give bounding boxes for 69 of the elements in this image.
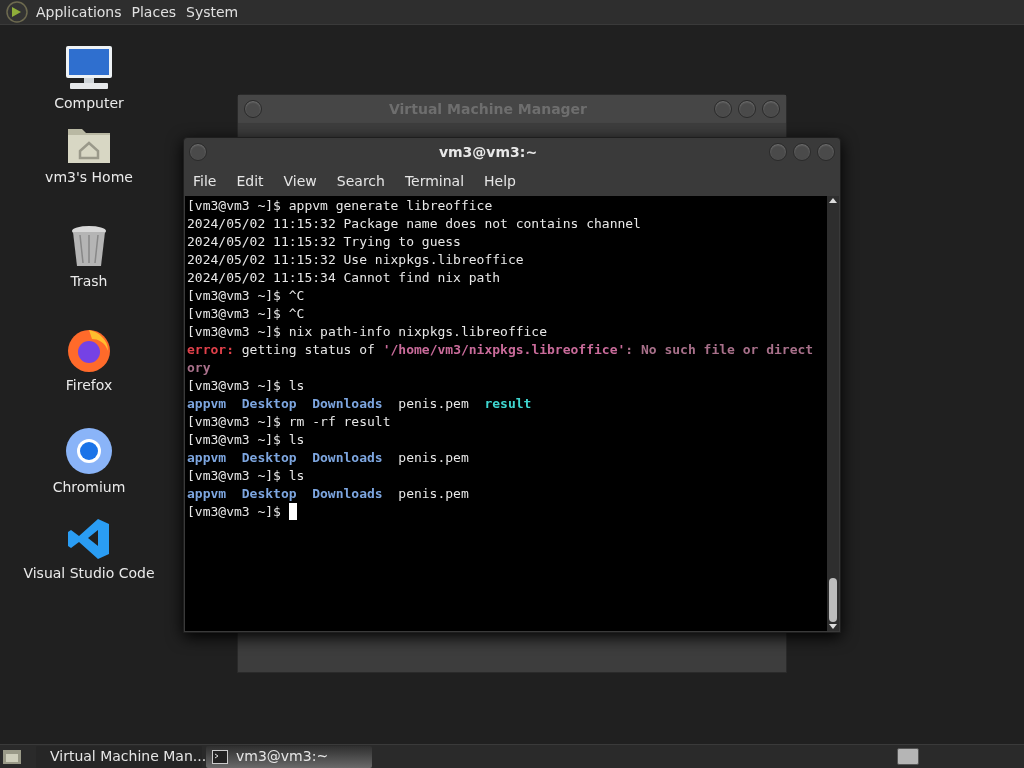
terminal-text: [vm3@vm3 ~]$ appvm generate libreoffice — [187, 197, 493, 215]
monitor-icon — [64, 45, 114, 91]
scrollbar-thumb[interactable] — [829, 578, 837, 622]
terminal-text: : No such file or direct — [625, 341, 814, 359]
menu-item[interactable]: View — [283, 170, 317, 192]
window-menu-button[interactable] — [189, 143, 207, 161]
terminal-text: penis.pem — [398, 485, 469, 503]
terminal-text: Desktop — [241, 449, 297, 467]
terminal-text: '/home/vm3/nixpkgs.libreoffice' — [382, 341, 626, 359]
terminal-text: appvm — [187, 485, 227, 503]
window-control-button[interactable] — [738, 100, 756, 118]
chromium-icon — [65, 427, 113, 475]
window-menu-button[interactable] — [244, 100, 262, 118]
terminal-text: [vm3@vm3 ~]$ — [187, 503, 281, 521]
window-control-button[interactable] — [762, 100, 780, 118]
scrollbar[interactable] — [827, 196, 839, 631]
logo-icon[interactable] — [6, 1, 28, 23]
menu-item[interactable]: File — [193, 170, 217, 192]
window-control-button[interactable] — [793, 143, 811, 161]
scroll-down-icon[interactable] — [829, 624, 837, 629]
terminal-text: penis.pem — [398, 449, 469, 467]
taskbar-button[interactable]: vm3@vm3:~ — [206, 745, 372, 768]
terminal-text: getting status of — [240, 341, 376, 359]
terminal-text: appvm — [187, 395, 227, 413]
terminal-text: penis.pem — [398, 395, 469, 413]
desktop-icon-label[interactable]: Visual Studio Code — [23, 563, 155, 584]
desktop-icon-label[interactable]: vm3's Home — [45, 167, 133, 188]
desktop-icon-label[interactable]: Computer — [54, 93, 124, 114]
window-control-button[interactable] — [769, 143, 787, 161]
window-title: vm3@vm3:~ — [437, 142, 539, 162]
terminal-text: Desktop — [241, 485, 297, 503]
terminal-text: 2024/05/02 11:15:34 Cannot find nix path — [187, 269, 501, 287]
show-desktop-icon[interactable] — [2, 747, 22, 766]
terminal-text: 2024/05/02 11:15:32 Trying to guess — [187, 233, 461, 251]
terminal-text: ory — [187, 359, 211, 377]
trash-icon — [70, 225, 108, 269]
desktop-icon-label[interactable]: Chromium — [52, 477, 126, 498]
workspace-switcher[interactable] — [897, 748, 919, 765]
terminal-text: [vm3@vm3 ~]$ ^C — [187, 287, 305, 305]
terminal-text: [vm3@vm3 ~]$ rm -rf result — [187, 413, 391, 431]
desktop-icon-label[interactable]: Trash — [70, 271, 108, 292]
panel-menu[interactable]: System — [186, 1, 239, 23]
window-control-button[interactable] — [714, 100, 732, 118]
vscode-icon — [67, 517, 111, 561]
menu-item[interactable]: Terminal — [404, 170, 465, 192]
terminal-text: [vm3@vm3 ~]$ ls — [187, 377, 305, 395]
terminal-text: appvm — [187, 449, 227, 467]
terminal-icon — [212, 749, 228, 764]
window-control-button[interactable] — [817, 143, 835, 161]
menu-item[interactable]: Edit — [236, 170, 264, 192]
terminal-text: [vm3@vm3 ~]$ nix path-info nixpkgs.libreoffice — [187, 323, 548, 341]
menu-item[interactable]: Search — [336, 170, 385, 192]
terminal-text: Desktop — [241, 395, 297, 413]
terminal-text: 2024/05/02 11:15:32 Use nixpkgs.libreoffice — [187, 251, 524, 269]
terminal-text: [vm3@vm3 ~]$ ^C — [187, 305, 305, 323]
terminal-text: [vm3@vm3 ~]$ ls — [187, 431, 305, 449]
panel-menu[interactable]: Applications — [36, 1, 122, 23]
terminal-text: result — [484, 395, 532, 413]
terminal-text: Downloads — [312, 395, 383, 413]
desktop-icon-label[interactable]: Firefox — [65, 375, 113, 396]
terminal-text: 2024/05/02 11:15:32 Package name does not contains channel — [187, 215, 641, 233]
scroll-up-icon[interactable] — [829, 198, 837, 203]
terminal-text: error: — [187, 341, 234, 359]
terminal-text: [vm3@vm3 ~]$ ls — [187, 467, 305, 485]
panel-menu[interactable]: Places — [131, 1, 177, 23]
terminal-text: Downloads — [312, 449, 383, 467]
menu-item[interactable]: Help — [484, 170, 516, 192]
text-cursor — [288, 503, 297, 520]
terminal-text: Downloads — [312, 485, 383, 503]
